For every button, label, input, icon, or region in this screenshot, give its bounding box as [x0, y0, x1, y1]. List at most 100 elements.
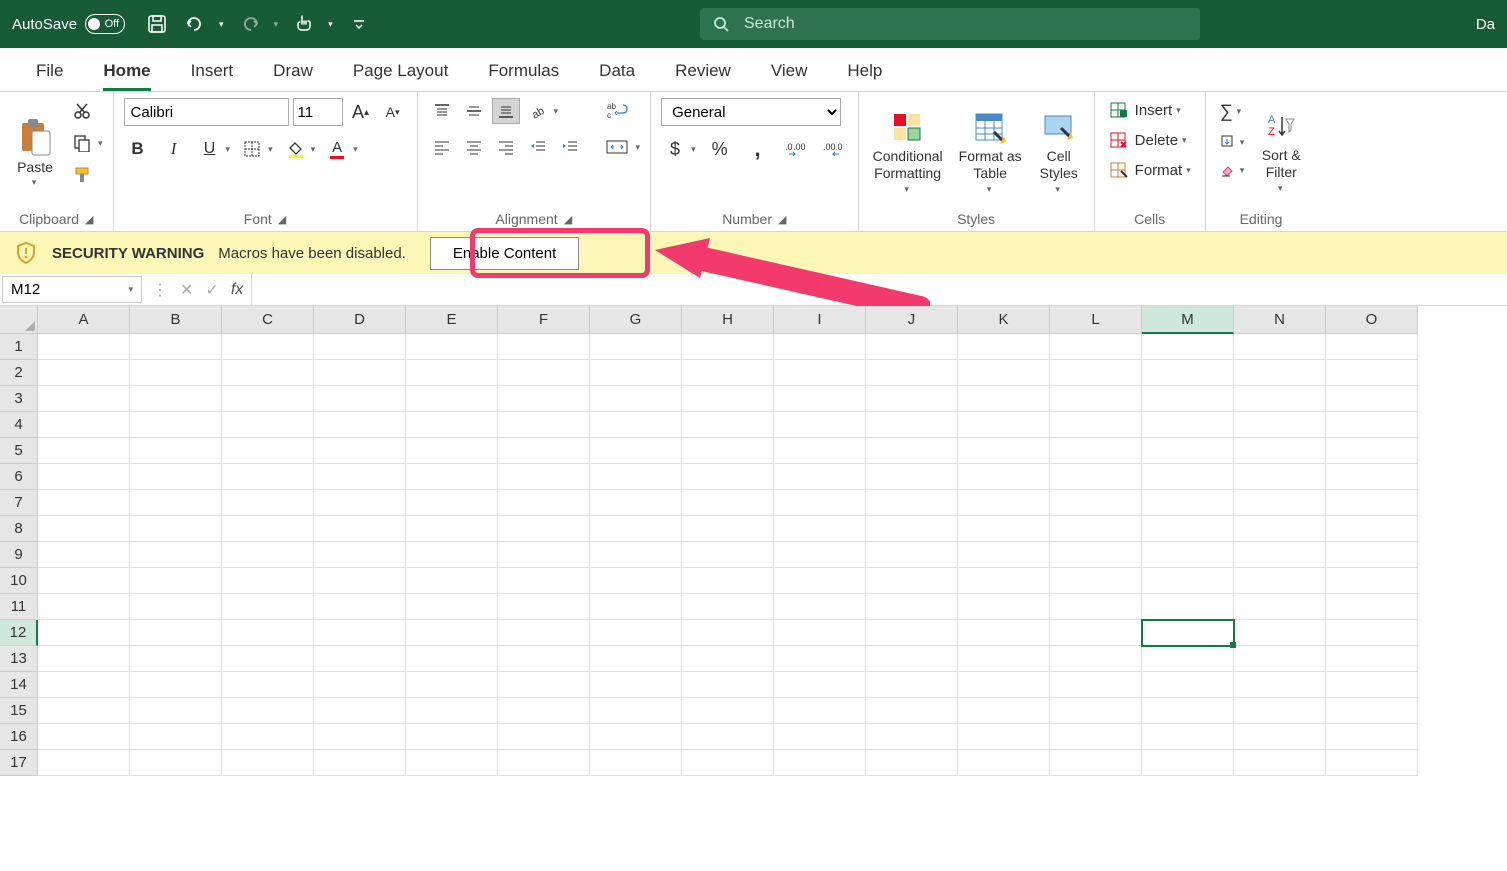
cell[interactable] — [774, 360, 866, 386]
select-all-corner[interactable] — [0, 306, 38, 334]
cell[interactable] — [682, 620, 774, 646]
cell[interactable] — [774, 464, 866, 490]
row-header[interactable]: 17 — [0, 750, 38, 776]
column-header[interactable]: B — [130, 306, 222, 334]
cell[interactable] — [682, 750, 774, 776]
cell[interactable] — [958, 594, 1050, 620]
qat-customize-icon[interactable] — [347, 12, 371, 36]
cell[interactable] — [1326, 750, 1418, 776]
cell[interactable] — [958, 672, 1050, 698]
cell[interactable] — [1234, 568, 1326, 594]
cell[interactable] — [1326, 620, 1418, 646]
row-header[interactable]: 7 — [0, 490, 38, 516]
cell[interactable] — [314, 724, 406, 750]
cell[interactable] — [130, 516, 222, 542]
row-header[interactable]: 16 — [0, 724, 38, 750]
cell[interactable] — [1234, 386, 1326, 412]
cell[interactable] — [406, 620, 498, 646]
comma-style-icon[interactable]: , — [744, 136, 772, 162]
cell[interactable] — [314, 750, 406, 776]
merge-center-icon[interactable] — [600, 134, 634, 160]
underline-button[interactable]: U — [196, 136, 224, 162]
cell[interactable] — [590, 646, 682, 672]
cell[interactable] — [1142, 750, 1234, 776]
cell[interactable] — [498, 542, 590, 568]
cell[interactable] — [130, 412, 222, 438]
spreadsheet-grid[interactable]: ABCDEFGHIJKLMNO 123456789101112131415161… — [0, 306, 1507, 776]
paste-button[interactable]: Paste ▾ — [10, 98, 60, 207]
clear-button[interactable]: ▾ — [1216, 159, 1249, 181]
cell[interactable] — [38, 438, 130, 464]
cell[interactable] — [590, 750, 682, 776]
cell[interactable] — [682, 360, 774, 386]
cell[interactable] — [1142, 360, 1234, 386]
cell[interactable] — [682, 490, 774, 516]
cell[interactable] — [590, 360, 682, 386]
cell[interactable] — [1234, 724, 1326, 750]
cell[interactable] — [222, 620, 314, 646]
row-header[interactable]: 6 — [0, 464, 38, 490]
cell[interactable] — [1142, 386, 1234, 412]
cell[interactable] — [406, 646, 498, 672]
cell[interactable] — [222, 646, 314, 672]
cell[interactable] — [1234, 698, 1326, 724]
tab-draw[interactable]: Draw — [253, 51, 333, 91]
cell[interactable] — [498, 672, 590, 698]
cell[interactable] — [314, 568, 406, 594]
fx-icon[interactable]: fx — [231, 281, 243, 299]
cut-icon[interactable] — [68, 98, 96, 124]
cell[interactable] — [774, 334, 866, 360]
cell[interactable] — [38, 620, 130, 646]
cell[interactable] — [498, 620, 590, 646]
cell[interactable] — [406, 360, 498, 386]
cell[interactable] — [1142, 542, 1234, 568]
cell[interactable] — [1234, 646, 1326, 672]
increase-font-icon[interactable]: A▴ — [347, 99, 375, 125]
undo-icon[interactable] — [183, 12, 207, 36]
align-left-icon[interactable] — [428, 134, 456, 160]
cell[interactable] — [1142, 646, 1234, 672]
cell[interactable] — [590, 594, 682, 620]
cell[interactable] — [1142, 438, 1234, 464]
cell[interactable] — [1142, 334, 1234, 360]
cell[interactable] — [1050, 490, 1142, 516]
cell[interactable] — [498, 438, 590, 464]
cell-styles-button[interactable]: Cell Styles▾ — [1034, 98, 1084, 207]
cell[interactable] — [38, 516, 130, 542]
align-center-icon[interactable] — [460, 134, 488, 160]
cell[interactable] — [222, 568, 314, 594]
enter-icon[interactable]: ✓ — [205, 280, 218, 300]
row-header[interactable]: 14 — [0, 672, 38, 698]
cell[interactable] — [314, 490, 406, 516]
cell[interactable] — [774, 516, 866, 542]
cell[interactable] — [590, 724, 682, 750]
cell[interactable] — [1326, 594, 1418, 620]
cell[interactable] — [1050, 750, 1142, 776]
cell[interactable] — [1326, 724, 1418, 750]
cell[interactable] — [1326, 360, 1418, 386]
cell[interactable] — [406, 334, 498, 360]
cell[interactable] — [1326, 646, 1418, 672]
cell[interactable] — [406, 516, 498, 542]
cell[interactable] — [314, 412, 406, 438]
cell[interactable] — [406, 386, 498, 412]
font-name-select[interactable] — [124, 98, 289, 126]
column-header[interactable]: L — [1050, 306, 1142, 334]
cell[interactable] — [682, 412, 774, 438]
cell[interactable] — [1326, 542, 1418, 568]
column-header[interactable]: D — [314, 306, 406, 334]
cell[interactable] — [222, 750, 314, 776]
cell[interactable] — [958, 516, 1050, 542]
cell[interactable] — [1326, 464, 1418, 490]
cell[interactable] — [406, 438, 498, 464]
cell[interactable] — [498, 568, 590, 594]
cell[interactable] — [958, 360, 1050, 386]
cell[interactable] — [38, 386, 130, 412]
column-header[interactable]: A — [38, 306, 130, 334]
row-header[interactable]: 10 — [0, 568, 38, 594]
cell[interactable] — [406, 568, 498, 594]
cell[interactable] — [498, 412, 590, 438]
column-header[interactable]: C — [222, 306, 314, 334]
cell[interactable] — [314, 646, 406, 672]
cell[interactable] — [130, 698, 222, 724]
